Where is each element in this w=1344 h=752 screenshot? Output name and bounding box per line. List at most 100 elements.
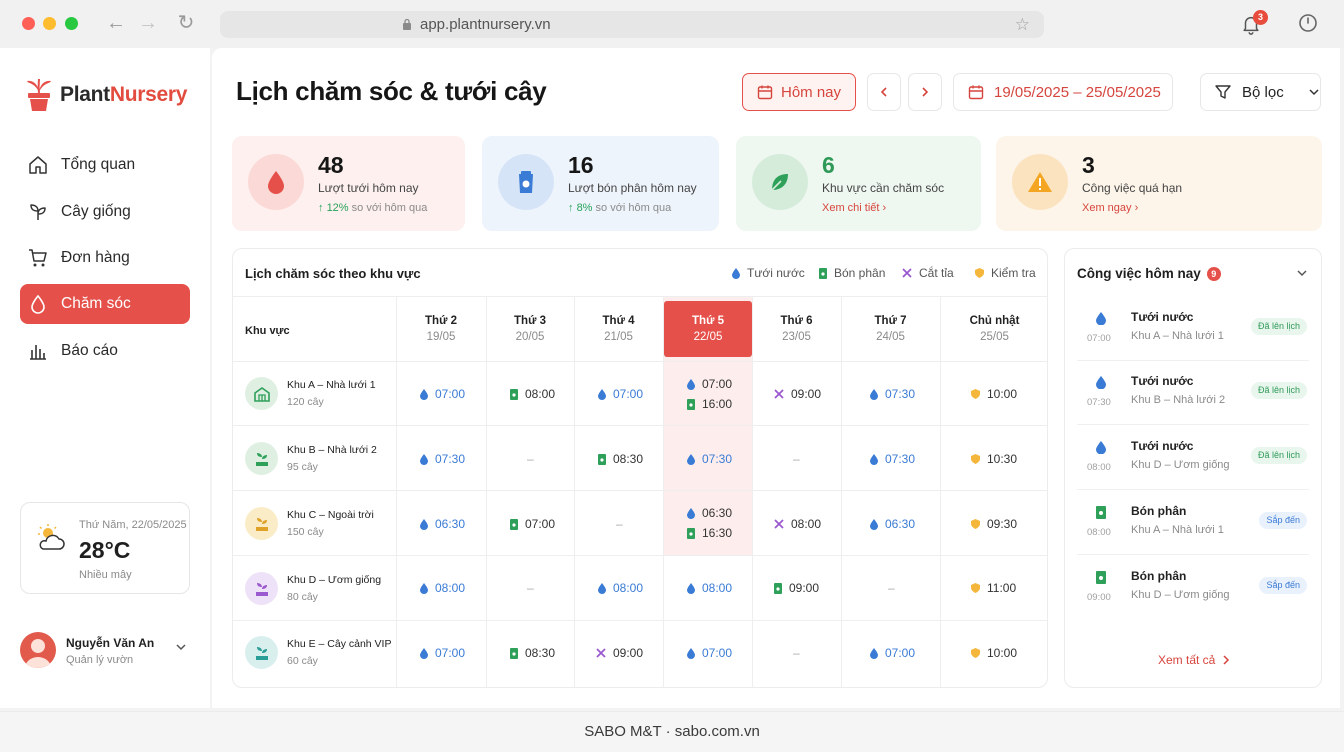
schedule-cell[interactable]: 09:00	[595, 646, 643, 660]
schedule-cell[interactable]: 07:00	[509, 517, 555, 531]
chevron-down-icon[interactable]	[174, 640, 188, 654]
task-item[interactable]: 08:00 Bón phân Khu A – Nhà lưới 1 Sắp đế…	[1077, 491, 1309, 555]
schedule-cell[interactable]: 06:30	[686, 506, 732, 520]
water-drop-icon	[420, 454, 428, 465]
reload-icon[interactable]: ↻	[175, 12, 197, 34]
sidebar-item-reports[interactable]: Báo cáo	[20, 331, 190, 371]
schedule-cell[interactable]: 07:00	[686, 377, 732, 391]
window-zoom-button[interactable]	[65, 17, 78, 30]
forward-icon[interactable]: →	[137, 12, 159, 34]
zone-row-e[interactable]: Khu E – Cây cảnh VIP 60 cây	[245, 636, 391, 669]
task-item[interactable]: 07:00 Tưới nước Khu A – Nhà lưới 1 Đã lê…	[1077, 297, 1309, 361]
filter-button-label: Bộ lọc	[1242, 83, 1284, 101]
schedule-cell[interactable]: 06:30	[419, 517, 465, 531]
speedometer-icon[interactable]	[1298, 13, 1318, 33]
schedule-cell-empty: –	[793, 646, 800, 660]
brand-logo[interactable]: PlantNursery	[26, 78, 187, 112]
prev-week-button[interactable]	[867, 73, 901, 111]
today-button-label: Hôm nay	[780, 83, 842, 101]
date-range-picker[interactable]: 19/05/2025 – 25/05/2025	[953, 73, 1173, 111]
view-details-link[interactable]: Xem chi tiết ›	[822, 202, 886, 214]
task-item[interactable]: 09:00 Bón phân Khu D – Ươm giống Sắp đến	[1077, 556, 1309, 620]
schedule-cell[interactable]: 08:00	[686, 581, 732, 595]
schedule-cell[interactable]: 08:30	[597, 452, 643, 466]
chevron-down-icon[interactable]	[1295, 266, 1309, 280]
zone-row-b[interactable]: Khu B – Nhà lưới 2 95 cây	[245, 442, 377, 475]
legend-water: Tưới nước	[731, 266, 805, 280]
window-close-button[interactable]	[22, 17, 35, 30]
today-button[interactable]: Hôm nay	[742, 73, 856, 111]
page-title: Lịch chăm sóc & tưới cây	[236, 76, 547, 106]
schedule-cell[interactable]: 08:00	[509, 387, 555, 401]
schedule-cell[interactable]: 07:30	[869, 452, 915, 466]
schedule-cell[interactable]: 08:30	[509, 646, 555, 660]
schedule-cell[interactable]: 10:30	[970, 452, 1017, 466]
stat-trend: ↑ 12% so với hôm qua	[318, 202, 428, 214]
address-bar[interactable]: app.plantnursery.vn ☆	[220, 11, 1044, 38]
scissors-icon	[596, 648, 606, 658]
water-drop-icon	[687, 583, 695, 594]
shield-check-icon	[971, 648, 980, 658]
zone-row-c[interactable]: Khu C – Ngoài trời 150 cây	[245, 507, 374, 540]
next-week-button[interactable]	[908, 73, 942, 111]
status-badge: Đã lên lịch	[1250, 382, 1307, 399]
zone-row-d[interactable]: Khu D – Ươm giống 80 cây	[245, 572, 381, 605]
schedule-cell-empty: –	[527, 452, 534, 466]
schedule-cell[interactable]: 11:00	[970, 581, 1016, 595]
back-icon[interactable]: ←	[105, 12, 127, 34]
schedule-cell[interactable]: 08:00	[773, 517, 821, 531]
schedule-cell[interactable]: 07:30	[869, 387, 915, 401]
bookmark-star-icon[interactable]: ☆	[1015, 15, 1030, 35]
vip-plant-icon	[245, 636, 278, 669]
weather-temperature: 28°C	[79, 537, 131, 563]
schedule-cell[interactable]: 09:30	[970, 517, 1017, 531]
sidebar-item-care[interactable]: Chăm sóc	[20, 284, 190, 324]
app-frame: PlantNursery Tổng quan Cây giống Đơn hàn…	[0, 48, 1344, 711]
schedule-cell[interactable]: 10:00	[970, 646, 1017, 660]
filter-button[interactable]: Bộ lọc	[1200, 73, 1321, 111]
task-item[interactable]: 07:30 Tưới nước Khu B – Nhà lưới 2 Đã lê…	[1077, 361, 1309, 425]
sidebar-item-orders[interactable]: Đơn hàng	[20, 238, 190, 278]
schedule-cell[interactable]: 07:00	[419, 646, 465, 660]
sidebar-item-overview[interactable]: Tổng quan	[20, 145, 190, 185]
schedule-cell[interactable]: 08:00	[597, 581, 643, 595]
view-now-link[interactable]: Xem ngay ›	[1082, 202, 1138, 214]
user-profile[interactable]: Nguyễn Văn An Quản lý vườn	[20, 632, 190, 672]
schedule-cell[interactable]: 09:00	[773, 387, 821, 401]
schedule-cell[interactable]: 07:00	[597, 387, 643, 401]
schedule-cell[interactable]: 08:00	[419, 581, 465, 595]
greenhouse-icon	[245, 377, 278, 410]
cart-icon	[29, 249, 47, 267]
water-drop-icon	[870, 519, 878, 530]
window-minimize-button[interactable]	[43, 17, 56, 30]
water-drop-icon	[870, 454, 878, 465]
warning-icon	[1012, 154, 1068, 210]
schedule-cell[interactable]: 09:00	[773, 581, 819, 595]
schedule-cell[interactable]: 07:00	[869, 646, 915, 660]
legend-prune: Cắt tỉa	[901, 266, 954, 280]
home-icon	[29, 156, 47, 174]
schedule-cell[interactable]: 16:00	[686, 397, 732, 411]
tasks-title: Công việc hôm nay 9	[1077, 266, 1221, 281]
schedule-cell[interactable]: 07:30	[686, 452, 732, 466]
see-all-link[interactable]: Xem tất cả	[1158, 653, 1231, 667]
weather-widget: Thứ Năm, 22/05/2025 28°C Nhiều mây	[20, 502, 190, 594]
stat-trend: ↑ 8% so với hôm qua	[568, 202, 672, 214]
schedule-cell[interactable]: 07:30	[419, 452, 465, 466]
water-drop-icon	[687, 508, 695, 519]
schedule-cell[interactable]: 07:00	[419, 387, 465, 401]
schedule-cell[interactable]: 10:00	[970, 387, 1017, 401]
zone-row-a[interactable]: Khu A – Nhà lưới 1 120 cây	[245, 377, 376, 410]
fertilizer-bag-icon	[1096, 571, 1106, 584]
day-header-wed: Thứ 4 21/05	[602, 315, 635, 343]
water-drop-icon	[420, 648, 428, 659]
fertilizer-bag-icon	[510, 389, 518, 400]
fertilizer-bag-icon	[687, 528, 695, 539]
schedule-cell[interactable]: 06:30	[869, 517, 915, 531]
schedule-cell[interactable]: 07:00	[686, 646, 732, 660]
sidebar-item-label: Cây giống	[61, 203, 131, 220]
status-badge: Đã lên lịch	[1250, 318, 1307, 335]
task-item[interactable]: 08:00 Tưới nước Khu D – Ươm giống Đã lên…	[1077, 426, 1309, 490]
schedule-cell[interactable]: 16:30	[686, 526, 732, 540]
sidebar-item-seedlings[interactable]: Cây giống	[20, 192, 190, 232]
